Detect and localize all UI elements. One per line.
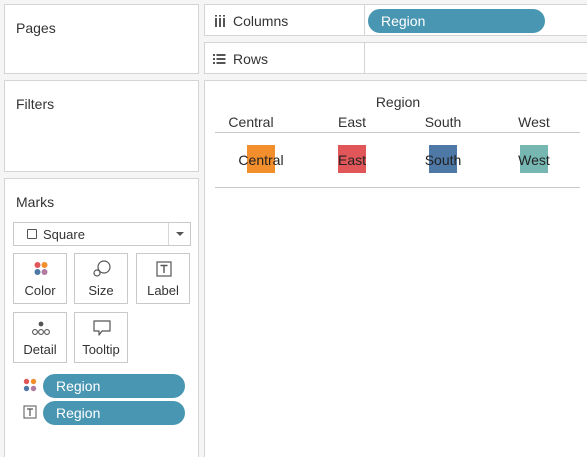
mark-type-label: Square (43, 227, 85, 242)
text-label-icon (23, 405, 37, 419)
detail-button-label: Detail (23, 342, 57, 357)
color-button[interactable]: Color (13, 253, 67, 304)
pane-bottom-border (215, 187, 580, 188)
marks-pill-region-label[interactable]: Region (43, 401, 185, 425)
column-header[interactable]: East (312, 114, 392, 130)
viz-canvas[interactable]: Region Central East South West Central E… (204, 80, 587, 457)
label-button[interactable]: Label (136, 253, 190, 304)
marks-pill-label: Region (56, 405, 101, 421)
text-label-icon (156, 261, 172, 277)
mark-label: South (424, 152, 462, 168)
detail-icon (32, 321, 50, 335)
pages-shelf[interactable]: Pages (4, 4, 199, 74)
columns-shelf[interactable]: Columns Region (204, 4, 587, 36)
marks-title: Marks (16, 194, 55, 210)
chevron-down-icon[interactable] (168, 223, 190, 245)
tooltip-button-label: Tooltip (82, 342, 120, 357)
filters-shelf[interactable]: Filters (4, 80, 199, 172)
rows-icon (213, 54, 226, 64)
columns-shelf-header: Columns (205, 5, 365, 35)
column-header[interactable]: West (494, 114, 574, 130)
column-header[interactable]: Central (211, 114, 291, 130)
header-divider (215, 132, 580, 133)
filters-title: Filters (16, 96, 55, 112)
rows-label: Rows (233, 51, 269, 67)
marks-card: Marks Square Color Size Label Detail Too… (4, 178, 199, 457)
tooltip-icon (93, 320, 111, 336)
color-button-label: Color (24, 283, 56, 298)
color-icon (34, 262, 48, 275)
square-icon (27, 229, 37, 239)
mark-label: East (337, 152, 366, 168)
size-icon (93, 260, 111, 277)
rows-shelf-header: Rows (205, 43, 365, 73)
color-encoding-icon (23, 378, 37, 392)
size-button-label: Size (88, 283, 114, 298)
field-header: Region (375, 94, 421, 110)
columns-icon (215, 15, 225, 27)
mark-type-dropdown[interactable]: Square (13, 222, 191, 246)
tooltip-button[interactable]: Tooltip (74, 312, 128, 363)
pages-title: Pages (16, 20, 56, 36)
marks-pill-region-color[interactable]: Region (43, 374, 185, 398)
column-header[interactable]: South (403, 114, 483, 130)
columns-pill-region[interactable]: Region (368, 9, 545, 33)
marks-pill-label: Region (56, 378, 101, 394)
detail-button[interactable]: Detail (13, 312, 67, 363)
size-button[interactable]: Size (74, 253, 128, 304)
rows-shelf[interactable]: Rows (204, 42, 587, 74)
mark-label: Central (238, 152, 284, 168)
columns-pill-label: Region (381, 13, 426, 29)
mark-label: West (518, 152, 550, 168)
label-button-label: Label (147, 283, 179, 298)
columns-label: Columns (233, 13, 289, 29)
